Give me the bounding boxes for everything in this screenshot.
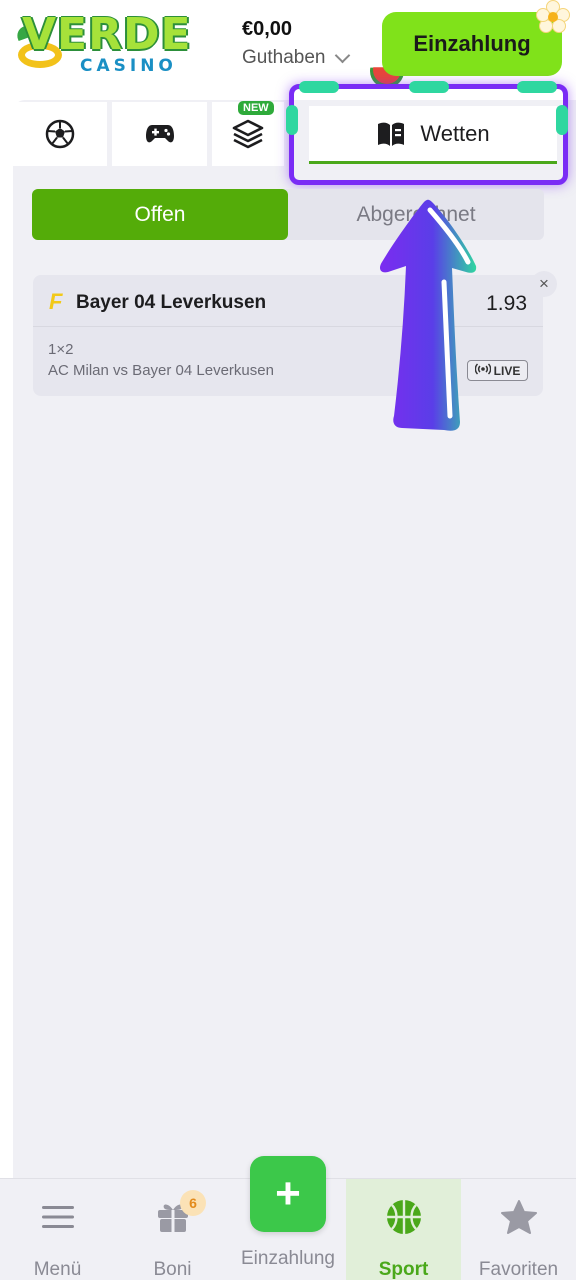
balance-label: Guthaben — [242, 47, 326, 68]
tutorial-highlight-frame — [286, 81, 568, 185]
layers-icon — [232, 119, 264, 149]
flower-decoration — [536, 0, 570, 34]
frame-accent — [556, 105, 568, 135]
new-badge: NEW — [238, 101, 274, 115]
balance-label-row: Guthaben — [242, 47, 351, 69]
bet-market: 1×2 — [48, 341, 74, 358]
live-label: LIVE — [493, 363, 521, 378]
nav-boni[interactable]: Boni — [115, 1179, 230, 1280]
hamburger-menu-icon — [41, 1197, 75, 1237]
frame-accent — [409, 81, 449, 93]
balance-selector[interactable]: €0,00 Guthaben — [242, 18, 351, 69]
bet-odds: 1.93 — [486, 292, 527, 315]
arrow-up-icon — [380, 199, 477, 431]
logo-subtitle: CASINO — [80, 56, 177, 76]
bet-selection: Bayer 04 Leverkusen — [76, 292, 267, 313]
boni-count-badge: 6 — [180, 1190, 206, 1216]
deposit-plus-button[interactable]: + — [250, 1156, 326, 1232]
open-bets-tab[interactable]: Offen — [32, 189, 288, 240]
close-icon[interactable]: × — [531, 271, 557, 297]
nav-sport-label: Sport — [378, 1259, 429, 1280]
tab-casino[interactable] — [112, 102, 207, 166]
tab-sports[interactable] — [13, 102, 107, 166]
nav-favorites-label: Favoriten — [478, 1259, 559, 1280]
frame-accent — [517, 81, 557, 93]
verde-casino-logo[interactable]: VERDE CASINO — [14, 12, 194, 80]
gamepad-icon — [145, 122, 175, 146]
logo-wordmark: VERDE — [22, 9, 192, 60]
chevron-down-icon — [335, 47, 351, 63]
bets-panel — [13, 100, 576, 1178]
nav-favorites[interactable]: Favoriten — [461, 1179, 576, 1280]
star-icon — [500, 1197, 538, 1237]
nav-menu[interactable]: Menü — [0, 1179, 115, 1280]
frame-accent — [286, 105, 298, 135]
nav-menu-label: Menü — [33, 1259, 82, 1280]
frame-accent — [299, 81, 339, 93]
nav-sport[interactable]: Sport — [346, 1179, 461, 1280]
flower-center — [548, 12, 558, 22]
deposit-button[interactable]: Einzahlung — [382, 12, 562, 76]
nav-deposit-label[interactable]: Einzahlung — [230, 1248, 346, 1270]
basketball-icon — [385, 1197, 423, 1237]
balance-amount: €0,00 — [242, 18, 293, 40]
bet-match: AC Milan vs Bayer 04 Leverkusen — [48, 362, 274, 379]
soccer-ball-icon — [45, 119, 75, 149]
nav-boni-label: Boni — [153, 1259, 192, 1280]
bet-type-icon: F — [49, 289, 63, 314]
